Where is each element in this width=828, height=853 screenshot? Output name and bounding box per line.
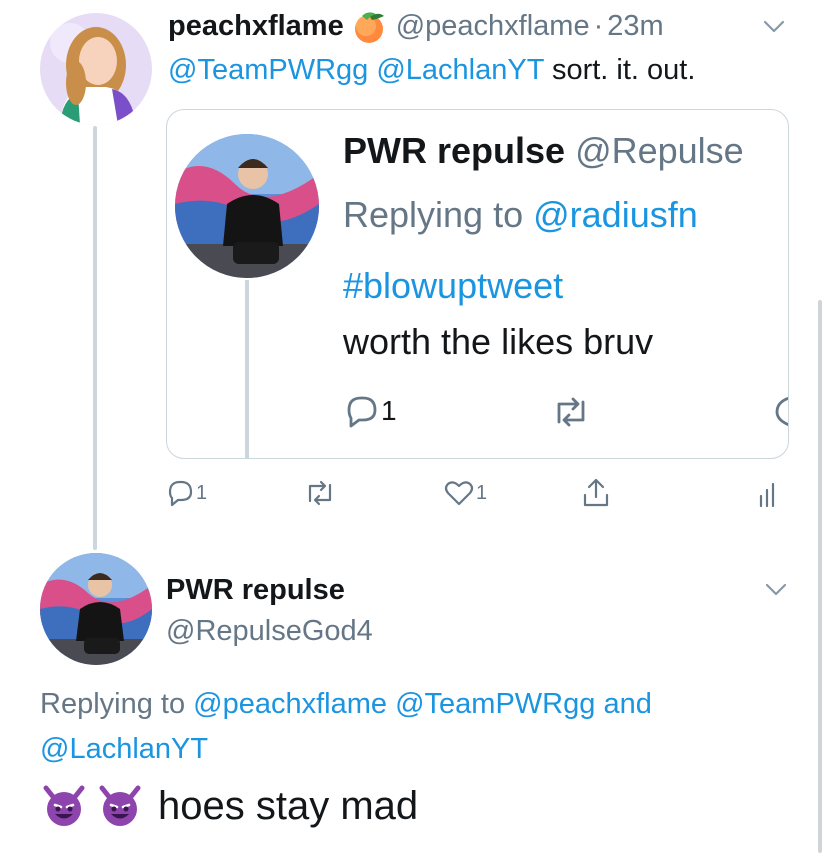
mention-lachlanyt[interactable]: @LachlanYT bbox=[376, 54, 544, 86]
quote-handle: @Repulse bbox=[575, 130, 744, 171]
smiling-devil-emoji bbox=[40, 784, 144, 828]
quote-header: PWR repulse @Repulse bbox=[343, 130, 744, 172]
peach-emoji bbox=[350, 8, 388, 44]
avatar-peachxflame[interactable] bbox=[40, 13, 152, 125]
mention-teampwrgg[interactable]: @TeamPWRgg bbox=[168, 54, 368, 86]
tweet2-body: hoes stay mad bbox=[158, 783, 419, 828]
scrollbar[interactable] bbox=[818, 300, 822, 853]
quote-replying-to: Replying to @radiusfn bbox=[343, 194, 698, 236]
tweet2-text: hoes stay mad bbox=[40, 781, 418, 831]
retweet-icon bbox=[551, 396, 591, 433]
quote-display-name: PWR repulse bbox=[343, 130, 566, 171]
quote-replying-prefix: Replying to bbox=[343, 194, 524, 235]
avatar-repulsegod4[interactable] bbox=[40, 553, 152, 665]
like-icon bbox=[773, 394, 788, 433]
tweet-body: sort. it. out. bbox=[551, 54, 696, 86]
reply-button[interactable]: 1 bbox=[166, 479, 207, 507]
analytics-icon bbox=[758, 480, 780, 508]
quoted-tweet-card[interactable]: PWR repulse @Repulse Replying to @radius… bbox=[166, 109, 789, 459]
retweet-icon bbox=[304, 480, 336, 506]
replying-prefix: Replying to bbox=[40, 688, 186, 720]
quote-reply-count: 1 bbox=[381, 395, 397, 426]
quote-replying-mention: @radiusfn bbox=[533, 194, 698, 235]
quote-text: worth the likes bruv bbox=[343, 321, 654, 362]
replying-and[interactable]: and bbox=[603, 688, 651, 720]
tweet1-header: peachxflame @peachxflame · 23m bbox=[168, 6, 664, 46]
display-name[interactable]: peachxflame bbox=[168, 10, 344, 43]
like-count: 1 bbox=[476, 481, 488, 504]
reply-icon bbox=[166, 479, 194, 507]
replying-mention-teampwrgg[interactable]: @TeamPWRgg bbox=[395, 688, 595, 720]
quote-thread-line bbox=[245, 280, 249, 458]
quote-reply-action: 1 bbox=[343, 394, 397, 428]
tweet1-text: @TeamPWRgg @LachlanYT sort. it. out. bbox=[168, 54, 695, 87]
handle[interactable]: @peachxflame bbox=[396, 10, 590, 43]
like-icon bbox=[444, 479, 474, 507]
reply-icon bbox=[343, 394, 379, 428]
tweet2-display-name[interactable]: PWR repulse bbox=[166, 574, 345, 607]
quote-avatar bbox=[175, 134, 319, 278]
analytics-button[interactable] bbox=[758, 480, 780, 508]
replying-mention-peachxflame[interactable]: @peachxflame bbox=[193, 688, 387, 720]
chevron-down-icon[interactable] bbox=[765, 583, 787, 602]
tweet2-handle[interactable]: @RepulseGod4 bbox=[166, 615, 373, 648]
tweet2-replying-to: Replying to @peachxflame @TeamPWRgg and … bbox=[40, 682, 780, 772]
share-icon bbox=[582, 477, 610, 509]
quote-hashtag: #blowuptweet bbox=[343, 265, 564, 306]
separator-dot: · bbox=[593, 9, 604, 42]
like-button[interactable]: 1 bbox=[444, 479, 487, 507]
timestamp[interactable]: 23m bbox=[607, 10, 663, 43]
reply-count: 1 bbox=[196, 481, 208, 504]
thread-line bbox=[93, 126, 97, 550]
replying-mention-lachlanyt[interactable]: @LachlanYT bbox=[40, 733, 208, 765]
chevron-down-icon[interactable] bbox=[763, 20, 785, 39]
share-button[interactable] bbox=[582, 477, 610, 509]
retweet-button[interactable] bbox=[304, 480, 336, 506]
